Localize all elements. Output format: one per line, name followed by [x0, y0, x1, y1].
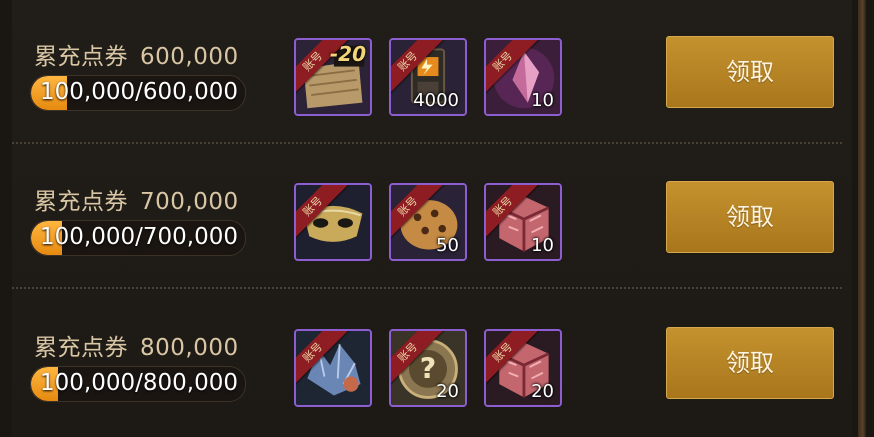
reward-item-mystery-box[interactable]: ? 账号 20	[389, 329, 467, 407]
progress-text: 100,000/800,000	[40, 370, 238, 396]
item-quantity: 10	[531, 90, 554, 111]
item-quantity: 20	[436, 381, 459, 402]
progress-text: 100,000/600,000	[40, 79, 238, 105]
tier-title: 累充点券 700,000	[34, 182, 239, 216]
tier-row: 累充点券 600,000 100,000/600,000 账号 -20 账号 40…	[12, 0, 852, 145]
level-badge: -20	[329, 42, 366, 66]
claim-button[interactable]: 领取	[666, 36, 834, 108]
tier-label: 累充点券	[34, 189, 128, 215]
claim-button[interactable]: 领取	[666, 327, 834, 399]
item-quantity: 20	[531, 381, 554, 402]
progress-bar: 100,000/600,000	[30, 75, 246, 111]
tier-amount: 800,000	[140, 335, 239, 361]
tier-row: 累充点券 800,000 100,000/800,000 账号 ? 账号 20	[12, 291, 852, 436]
tier-title: 累充点券 800,000	[34, 328, 239, 362]
item-quantity: 10	[531, 235, 554, 256]
progress-bar: 100,000/800,000	[30, 366, 246, 402]
reward-item-crystal[interactable]: 账号 10	[484, 38, 562, 116]
reward-item-level-ticket[interactable]: 账号 -20	[294, 38, 372, 116]
reward-item-cookie[interactable]: 账号 50	[389, 183, 467, 261]
reward-item-cube-box[interactable]: 账号 20	[484, 329, 562, 407]
progress-text: 100,000/700,000	[40, 224, 238, 250]
tier-title: 累充点券 600,000	[34, 37, 239, 71]
tier-row: 累充点券 700,000 100,000/700,000 账号 账号 50 账号…	[12, 145, 852, 290]
tier-amount: 600,000	[140, 44, 239, 70]
item-quantity: 50	[436, 235, 459, 256]
svg-text:?: ?	[420, 352, 437, 385]
claim-button[interactable]: 领取	[666, 181, 834, 253]
reward-item-crystal-creature[interactable]: 账号	[294, 329, 372, 407]
progress-bar: 100,000/700,000	[30, 220, 246, 256]
row-divider	[12, 287, 842, 289]
reward-item-cube-box[interactable]: 账号 10	[484, 183, 562, 261]
scroll-edge	[858, 0, 866, 437]
tier-label: 累充点券	[34, 335, 128, 361]
item-quantity: 4000	[413, 90, 459, 111]
tier-amount: 700,000	[140, 189, 239, 215]
tier-label: 累充点券	[34, 44, 128, 70]
reward-item-mask[interactable]: 账号	[294, 183, 372, 261]
row-divider	[12, 142, 842, 144]
reward-item-battery[interactable]: 账号 4000	[389, 38, 467, 116]
